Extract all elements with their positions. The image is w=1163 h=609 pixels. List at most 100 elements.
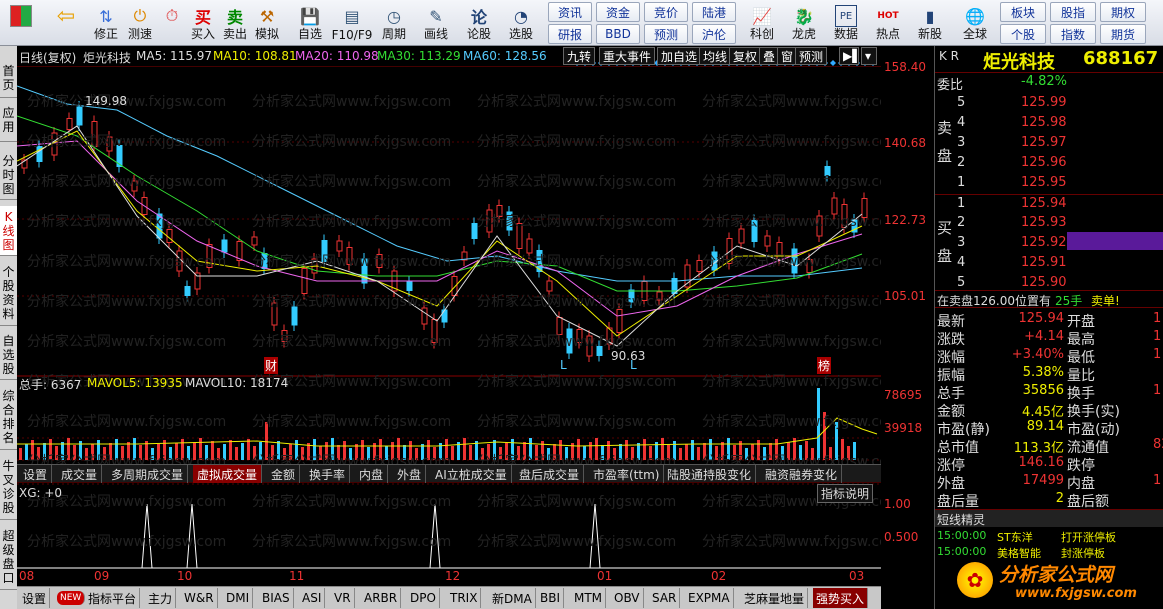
subtab-pe-ttm[interactable]: 市盈率(ttm) xyxy=(589,465,665,483)
futures-button[interactable]: 期货 xyxy=(1100,24,1146,44)
btab-new-dma[interactable]: 新DMA xyxy=(489,588,536,608)
btab-wr[interactable]: W&R xyxy=(181,588,218,608)
period-button[interactable]: ◷ 周期 xyxy=(376,2,412,44)
subtab-after-hours-volume[interactable]: 盘后成交量 xyxy=(515,465,585,483)
hot-button[interactable]: HOT 热点 xyxy=(870,2,906,44)
buy-level-row[interactable]: 2 125.93 xyxy=(935,214,1163,234)
draw-line-button[interactable]: ✎ 画线 xyxy=(418,2,454,44)
auction-button[interactable]: 竞价 xyxy=(644,2,688,22)
btab-bbi[interactable]: BBI xyxy=(537,588,565,608)
sell-level-row[interactable]: 3 125.97 xyxy=(935,134,1163,154)
sector-button[interactable]: 板块 xyxy=(1000,2,1046,22)
speedometer-icon[interactable]: ⏱ xyxy=(158,2,186,44)
subtab-volume[interactable]: 成交量 xyxy=(57,465,103,483)
tab-nine-turn[interactable]: 九转 xyxy=(563,47,596,65)
bbd-button[interactable]: BBD xyxy=(596,24,640,44)
tab-add-watchlist[interactable]: 加自选 xyxy=(657,47,702,65)
f10-button[interactable]: ▤ F10/F9 xyxy=(330,2,374,44)
simulate-button[interactable]: ⚒ 模拟 xyxy=(252,2,282,44)
tab-overlay[interactable]: 叠 xyxy=(759,47,780,65)
indicator-help-button[interactable]: 指标说明 xyxy=(817,484,874,503)
subtab-margin[interactable]: 融资融券变化 xyxy=(761,465,843,483)
event-marker-earnings[interactable]: 财 xyxy=(264,357,279,374)
tab-major-events[interactable]: 重大事件 xyxy=(599,47,656,65)
subtab-outer[interactable]: 外盘 xyxy=(393,465,427,483)
sell-level-row[interactable]: 4 125.98 xyxy=(935,114,1163,134)
btab-asi[interactable]: ASI xyxy=(299,588,326,608)
subtab-inner[interactable]: 内盘 xyxy=(355,465,389,483)
event-marker-l2[interactable]: L xyxy=(630,358,637,372)
subtab-multi-period-volume[interactable]: 多周期成交量 xyxy=(107,465,189,483)
stock-button[interactable]: 个股 xyxy=(1000,24,1046,44)
subtab-connect-holdings[interactable]: 陆股通持股变化 xyxy=(663,465,757,483)
buy-level-row[interactable]: 4 125.91 xyxy=(935,254,1163,274)
funds-button[interactable]: 资金 xyxy=(596,2,640,22)
btab-main-force[interactable]: 主力 xyxy=(145,588,177,608)
short-line-item[interactable]: 15:00:00 ST东洋 打开涨停板 xyxy=(935,528,1163,544)
buy-button[interactable]: 买买入 xyxy=(188,2,218,44)
research-button[interactable]: 研报 xyxy=(548,24,592,44)
btab-settings[interactable]: 设置 xyxy=(19,588,51,608)
btab-platform[interactable]: 指标平台 xyxy=(85,588,141,608)
tab-adjust[interactable]: 复权 xyxy=(729,47,762,65)
forecast-button[interactable]: 预测 xyxy=(644,24,688,44)
sell-level-row[interactable]: 2 125.96 xyxy=(935,154,1163,174)
btab-arbr[interactable]: ARBR xyxy=(361,588,402,608)
btab-expma[interactable]: EXPMA xyxy=(685,588,734,608)
nav-timeshare[interactable]: 分时图 xyxy=(0,150,17,200)
buy-level-row[interactable]: 1 125.94 xyxy=(935,194,1163,214)
subtab-turnover[interactable]: 换手率 xyxy=(305,465,351,483)
btab-strong-buy[interactable]: 强势买入 xyxy=(813,588,869,608)
star-market-button[interactable]: 📈 科创 xyxy=(744,2,780,44)
sell-button[interactable]: 卖卖出 xyxy=(220,2,250,44)
nav-stock-info[interactable]: 个股资料 xyxy=(0,260,17,326)
event-marker-billboard[interactable]: 榜 xyxy=(817,357,832,374)
kline-canvas[interactable]: 分析家公式网www.fxjgsw.com 分析家公式网www.fxjgsw.com… xyxy=(17,46,881,586)
nav-apps[interactable]: 应用 xyxy=(0,98,17,142)
btab-sar[interactable]: SAR xyxy=(649,588,681,608)
watchlist-button[interactable]: 💾 自选 xyxy=(292,2,328,44)
discuss-button[interactable]: 论论股 xyxy=(462,2,496,44)
subtab-virtual-volume[interactable]: 虚拟成交量 xyxy=(193,465,263,483)
stock-picker-button[interactable]: ◔ 选股 xyxy=(500,2,542,44)
revise-button[interactable]: ⇅ 修正 xyxy=(90,2,122,44)
index-futures-button[interactable]: 股指 xyxy=(1050,2,1096,22)
nav-diagnosis[interactable]: 牛叉诊股 xyxy=(0,454,17,520)
subtab-settings[interactable]: 设置 xyxy=(19,465,53,483)
sell-level-row[interactable]: 1 125.95 xyxy=(935,174,1163,194)
btab-mtm[interactable]: MTM xyxy=(571,588,607,608)
tab-window[interactable]: 窗 xyxy=(777,47,798,65)
menu-dropdown-icon[interactable]: ▾ xyxy=(861,47,877,65)
btab-dpo[interactable]: DPO xyxy=(407,588,440,608)
nav-home[interactable]: 首页 xyxy=(0,58,17,98)
ipo-button[interactable]: ▮ 新股 xyxy=(912,2,948,44)
nav-order-book[interactable]: 超级盘口 xyxy=(0,524,17,590)
data-button[interactable]: PE 数据 xyxy=(828,2,864,44)
hk-connect-button[interactable]: 陆港 xyxy=(692,2,736,22)
index-button[interactable]: 指数 xyxy=(1050,24,1096,44)
btab-obv[interactable]: OBV xyxy=(611,588,644,608)
nav-kline[interactable]: K线图 xyxy=(0,206,17,256)
event-marker-l1[interactable]: L xyxy=(560,358,567,372)
shanghai-london-button[interactable]: 沪伦 xyxy=(692,24,736,44)
kline-chart-area[interactable]: 分析家公式网www.fxjgsw.com 分析家公式网www.fxjgsw.com… xyxy=(17,46,881,586)
options-button[interactable]: 期权 xyxy=(1100,2,1146,22)
sell-level-row[interactable]: 5 125.99 xyxy=(935,94,1163,114)
app-grid-icon[interactable] xyxy=(3,2,39,44)
btab-trix[interactable]: TRIX xyxy=(447,588,482,608)
speed-test-button[interactable]: ⏻ 测速 xyxy=(124,2,156,44)
nav-watchlist[interactable]: 自选股 xyxy=(0,330,17,380)
btab-sesame-volume[interactable]: 芝麻量地量 xyxy=(741,588,809,608)
global-button[interactable]: 🌐 全球 xyxy=(952,2,998,44)
dragon-tiger-button[interactable]: 🐉 龙虎 xyxy=(786,2,822,44)
btab-vr[interactable]: VR xyxy=(331,588,355,608)
nav-ranking[interactable]: 综合排名 xyxy=(0,384,17,450)
subtab-amount[interactable]: 金额 xyxy=(267,465,301,483)
back-icon[interactable]: ⇦ xyxy=(50,2,82,44)
btab-dmi[interactable]: DMI xyxy=(223,588,254,608)
subtab-ai-volume[interactable]: AI立桩成交量 xyxy=(431,465,512,483)
btab-bias[interactable]: BIAS xyxy=(259,588,294,608)
nav-arrows-icon[interactable]: ▶▌ xyxy=(839,47,861,65)
tab-moving-average[interactable]: 均线 xyxy=(699,47,732,65)
news-button[interactable]: 资讯 xyxy=(548,2,592,22)
